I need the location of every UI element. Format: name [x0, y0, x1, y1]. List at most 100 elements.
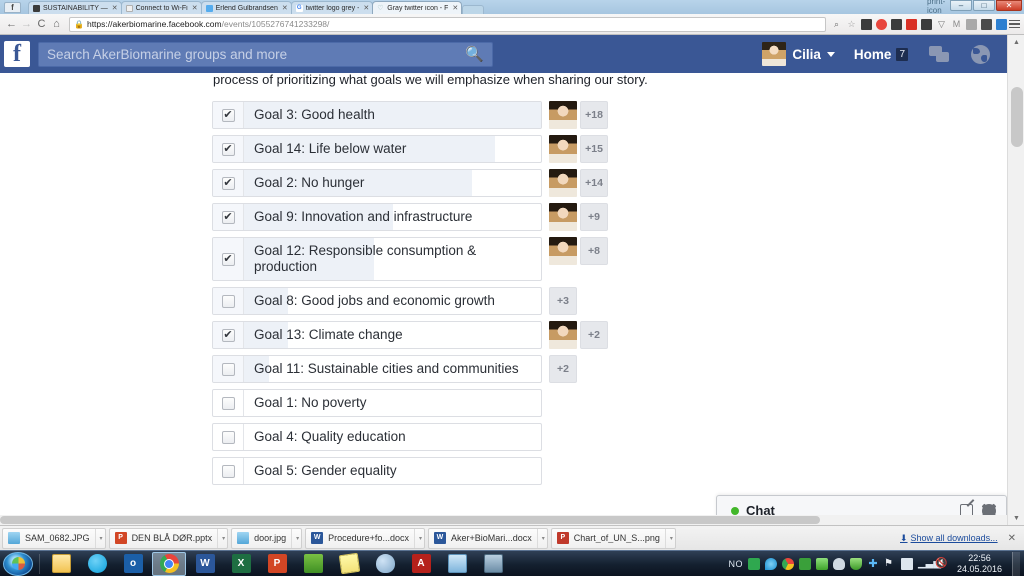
language-indicator[interactable]: NO: [728, 559, 743, 569]
poll-checkbox-cell[interactable]: [213, 424, 244, 450]
scroll-down-icon[interactable]: ▼: [1008, 511, 1024, 525]
horizontal-scrollbar[interactable]: [0, 515, 1007, 525]
action-center-flag-icon[interactable]: ⚑: [884, 558, 896, 570]
poll-option[interactable]: Goal 1: No poverty: [212, 389, 542, 417]
poll-option-row[interactable]: Goal 4: Quality education: [212, 423, 712, 451]
taskbar-item[interactable]: [368, 552, 402, 576]
scroll-up-icon[interactable]: ▲: [1008, 35, 1024, 49]
voter-avatar[interactable]: [549, 321, 577, 349]
health-tray-icon[interactable]: [798, 557, 811, 570]
checkbox-unchecked[interactable]: [221, 294, 235, 308]
bookmark-star-icon[interactable]: ☆: [846, 19, 857, 30]
chevron-down-icon[interactable]: [826, 51, 835, 57]
poll-checkbox-cell[interactable]: ✔: [213, 322, 244, 348]
home-icon[interactable]: ⌂: [49, 18, 64, 30]
poll-option-row[interactable]: Goal 8: Good jobs and economic growth +3: [212, 287, 712, 315]
taskbar-clock[interactable]: 22:56 24.05.2016: [952, 553, 1007, 575]
hamburger-menu-icon[interactable]: [1009, 19, 1020, 29]
search-box[interactable]: 🔍: [38, 41, 493, 67]
chrome-tray-icon[interactable]: [781, 557, 794, 570]
download-item[interactable]: SAM_0682.JPG ▾: [2, 527, 106, 549]
checkbox-checked[interactable]: ✔: [221, 108, 235, 122]
new-tab-button[interactable]: [462, 5, 485, 14]
vote-count-badge[interactable]: +3: [549, 287, 577, 315]
taskbar-item[interactable]: W: [188, 552, 222, 576]
maximize-button[interactable]: □: [973, 0, 995, 11]
taskbar-item[interactable]: [332, 552, 366, 576]
close-tab-icon[interactable]: ✕: [452, 4, 458, 12]
checkbox-checked[interactable]: ✔: [221, 142, 235, 156]
puzzle-extension-icon[interactable]: [921, 18, 932, 30]
download-item-menu-icon[interactable]: ▾: [536, 528, 545, 548]
close-tab-icon[interactable]: ✕: [112, 4, 118, 12]
close-tab-icon[interactable]: ✕: [282, 4, 288, 12]
vote-count-badge[interactable]: +2: [580, 321, 608, 349]
poll-option[interactable]: ✔ Goal 9: Innovation and infrastructure: [212, 203, 542, 231]
home-link[interactable]: Home 7: [844, 47, 918, 62]
browser-tab[interactable]: Erlend Gulbrandsen ✕: [200, 1, 292, 14]
vote-count-badge[interactable]: +2: [549, 355, 577, 383]
poll-checkbox-cell[interactable]: ✔: [213, 170, 244, 196]
notifications-button[interactable]: [960, 44, 1001, 64]
checkbox-unchecked[interactable]: [221, 464, 235, 478]
close-tab-icon[interactable]: ✕: [192, 4, 198, 12]
show-all-downloads-link[interactable]: ⬇ Show all downloads...: [900, 533, 998, 544]
download-item-menu-icon[interactable]: ▾: [217, 528, 225, 548]
dropbox-tray-icon[interactable]: [764, 557, 777, 570]
browser-tab[interactable]: Connect to Wi-Fi ✕: [120, 1, 202, 14]
back-icon[interactable]: ←: [4, 18, 19, 30]
print-icon[interactable]: print-icon: [927, 0, 949, 15]
vote-count-badge[interactable]: +18: [580, 101, 608, 129]
voter-avatar[interactable]: [549, 169, 577, 197]
poll-option[interactable]: ✔ Goal 13: Climate change: [212, 321, 542, 349]
poll-checkbox-cell[interactable]: [213, 390, 244, 416]
filter-icon[interactable]: ▽: [936, 19, 947, 30]
close-tab-icon[interactable]: ✕: [363, 4, 369, 12]
vote-count-badge[interactable]: +14: [580, 169, 608, 197]
voter-avatar[interactable]: [549, 237, 577, 265]
poll-option[interactable]: ✔ Goal 14: Life below water: [212, 135, 542, 163]
poll-option-row[interactable]: ✔ Goal 14: Life below water +15: [212, 135, 712, 163]
vote-count-badge[interactable]: +15: [580, 135, 608, 163]
elephant-icon[interactable]: [981, 18, 992, 30]
download-item-menu-icon[interactable]: ▾: [291, 528, 299, 548]
taskbar-item[interactable]: [440, 552, 474, 576]
poll-checkbox-cell[interactable]: ✔: [213, 204, 244, 230]
checkbox-unchecked[interactable]: [221, 396, 235, 410]
poll-option[interactable]: Goal 4: Quality education: [212, 423, 542, 451]
vertical-scrollbar[interactable]: ▲ ▼: [1007, 35, 1024, 525]
poll-option-row[interactable]: ✔ Goal 9: Innovation and infrastructure +9: [212, 203, 712, 231]
download-item[interactable]: door.jpg ▾: [231, 527, 303, 549]
poll-checkbox-cell[interactable]: ✔: [213, 238, 244, 280]
poll-option-row[interactable]: ✔ Goal 13: Climate change +2: [212, 321, 712, 349]
poll-option[interactable]: Goal 5: Gender equality: [212, 457, 542, 485]
grid-icon[interactable]: [966, 18, 977, 30]
poll-option[interactable]: Goal 11: Sustainable cities and communit…: [212, 355, 542, 383]
mendeley-icon[interactable]: M: [951, 19, 962, 30]
browser-tab[interactable]: Gtwitter logo grey - ✕: [290, 1, 374, 14]
account-menu[interactable]: Cilia: [753, 42, 844, 66]
checkbox-checked[interactable]: ✔: [221, 328, 235, 342]
taskbar-item[interactable]: [476, 552, 510, 576]
poll-option[interactable]: Goal 8: Good jobs and economic growth: [212, 287, 542, 315]
download-item-menu-icon[interactable]: ▾: [413, 528, 422, 548]
windows-start-orb[interactable]: [3, 551, 33, 576]
download-item[interactable]: P DEN BLÅ DØR.pptx ▾: [108, 527, 229, 549]
blue-extension-icon[interactable]: [996, 18, 1007, 30]
onedrive-tray-icon[interactable]: [832, 557, 845, 570]
voter-avatar[interactable]: [549, 101, 577, 129]
horizontal-scrollbar-thumb[interactable]: [0, 516, 820, 524]
forward-icon[interactable]: →: [19, 18, 34, 30]
zoom-icon[interactable]: ⌕: [831, 19, 842, 30]
evernote-clipper-icon[interactable]: [891, 18, 902, 30]
volume-muted-icon[interactable]: 🔇: [935, 558, 947, 570]
chrome-app-icon[interactable]: f: [4, 2, 21, 13]
checkbox-unchecked[interactable]: [221, 430, 235, 444]
taskbar-item[interactable]: X: [224, 552, 258, 576]
taskbar-item[interactable]: [44, 552, 78, 576]
poll-option[interactable]: ✔ Goal 2: No hunger: [212, 169, 542, 197]
download-item[interactable]: P Chart_of_UN_S...png ▾: [550, 527, 676, 549]
checkbox-unchecked[interactable]: [221, 362, 235, 376]
address-bar[interactable]: 🔒 https://akerbiomarine.facebook.com/eve…: [69, 16, 826, 32]
search-icon[interactable]: 🔍: [465, 45, 484, 63]
